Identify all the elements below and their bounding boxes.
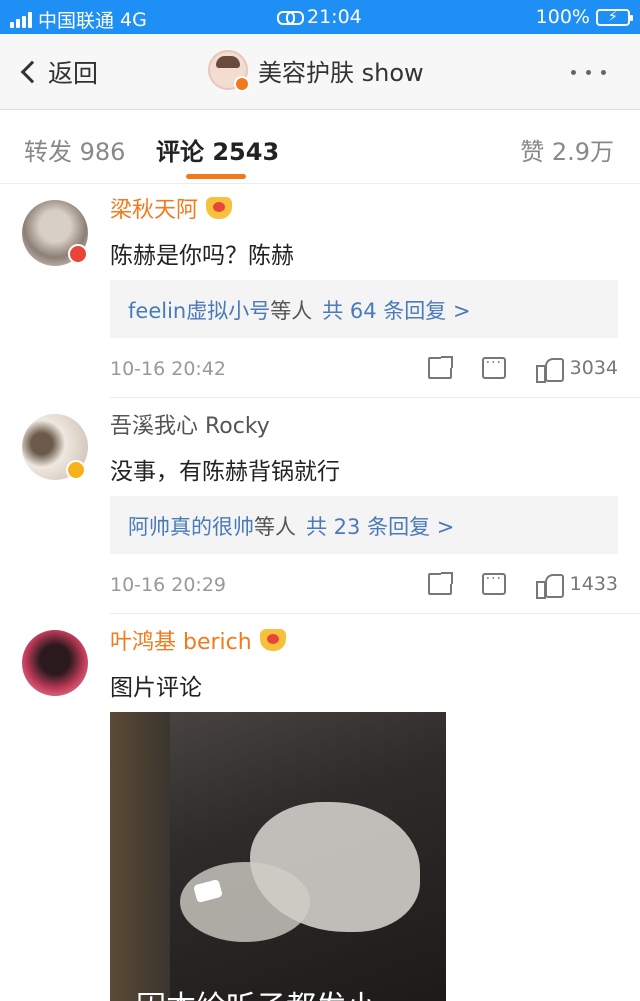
comment-photo[interactable]: 因本绘听子都发小 — [110, 712, 446, 1001]
comment-item: 吾溪我心 Rocky 没事，有陈赫背锅就行 阿帅真的很帅等人共 23 条回复 >… — [0, 398, 640, 614]
network-label: 4G — [120, 8, 147, 31]
nav-bar: 返回 美容护肤 show — [0, 34, 640, 110]
reply-suffix: 等人 — [270, 299, 313, 323]
verified-badge-icon — [234, 76, 250, 92]
status-bar: 中国联通 4G 21:04 100% ⚡ — [0, 0, 640, 34]
comment-actions: 3034 — [427, 355, 618, 383]
page-title[interactable]: 美容护肤 show — [208, 50, 424, 92]
tab-comment[interactable]: 评论 2543 — [156, 132, 279, 167]
share-icon[interactable] — [427, 572, 453, 595]
share-icon[interactable] — [427, 356, 453, 379]
author-name: 吾溪我心 Rocky — [110, 414, 270, 439]
link-icon — [277, 10, 304, 25]
reply-names: feelin虚拟小号 — [128, 299, 271, 323]
comment-text: 图片评论 — [110, 675, 202, 701]
author-name: 叶鸿基 berich — [110, 630, 252, 655]
comment-text: 陈赫是你吗？陈赫 — [110, 243, 294, 269]
status-left: 中国联通 4G — [10, 6, 147, 33]
more-button[interactable] — [571, 70, 606, 75]
like-button[interactable]: 1433 — [535, 572, 618, 599]
battery-percent: 100% — [535, 6, 590, 28]
comment-author[interactable]: 梁秋天阿 — [110, 192, 233, 224]
reply-suffix: 等人 — [254, 515, 296, 539]
crown-icon — [206, 197, 233, 219]
author-name: 梁秋天阿 — [110, 198, 199, 223]
avatar — [208, 50, 250, 92]
like-count: 3034 — [569, 357, 618, 379]
comment-author[interactable]: 叶鸿基 berich — [110, 624, 286, 656]
comment-text: 没事，有陈赫背锅就行 — [110, 459, 340, 485]
chevron-left-icon — [20, 60, 44, 84]
comment-actions: 1433 — [427, 571, 618, 599]
battery-icon: ⚡ — [596, 8, 633, 26]
back-button[interactable]: 返回 — [20, 54, 99, 90]
comment-icon[interactable] — [481, 355, 506, 379]
thumbs-up-icon — [535, 572, 564, 599]
avatar[interactable] — [22, 630, 88, 696]
page-title-label: 美容护肤 show — [258, 58, 424, 87]
back-label: 返回 — [48, 59, 99, 88]
replies-preview[interactable]: 阿帅真的很帅等人共 23 条回复 > — [110, 496, 618, 554]
carrier-label: 中国联通 — [38, 10, 115, 32]
comment-time: 10-16 20:29 — [110, 574, 227, 596]
status-right: 100% ⚡ — [535, 6, 633, 28]
active-tab-indicator — [186, 174, 246, 179]
reply-count: 共 23 条回复 > — [306, 515, 455, 539]
badge-icon — [68, 244, 88, 264]
more-dots-icon — [571, 70, 576, 75]
comment-author[interactable]: 吾溪我心 Rocky — [110, 408, 270, 440]
replies-preview[interactable]: feelin虚拟小号等人共 64 条回复 > — [110, 280, 618, 338]
like-count: 1433 — [569, 573, 618, 595]
tab-bar: 转发 986 评论 2543 赞 2.9万 — [0, 110, 640, 184]
verified-badge-icon — [66, 460, 86, 480]
tab-repost[interactable]: 转发 986 — [24, 132, 125, 167]
reply-count: 共 64 条回复 > — [322, 299, 471, 323]
clock: 21:04 — [307, 6, 362, 28]
thumbs-up-icon — [535, 356, 564, 383]
crown-icon — [259, 629, 286, 651]
reply-names: 阿帅真的很帅 — [128, 515, 254, 539]
photo-caption: 因本绘听子都发小 — [136, 982, 376, 1001]
tab-like[interactable]: 赞 2.9万 — [520, 132, 614, 167]
status-center: 21:04 — [277, 6, 362, 28]
signal-icon — [10, 11, 32, 28]
comment-time: 10-16 20:42 — [110, 358, 227, 380]
comment-icon[interactable] — [481, 571, 506, 595]
like-button[interactable]: 3034 — [535, 356, 618, 383]
comment-item: 梁秋天阿 陈赫是你吗？陈赫 feelin虚拟小号等人共 64 条回复 > 10-… — [0, 184, 640, 398]
